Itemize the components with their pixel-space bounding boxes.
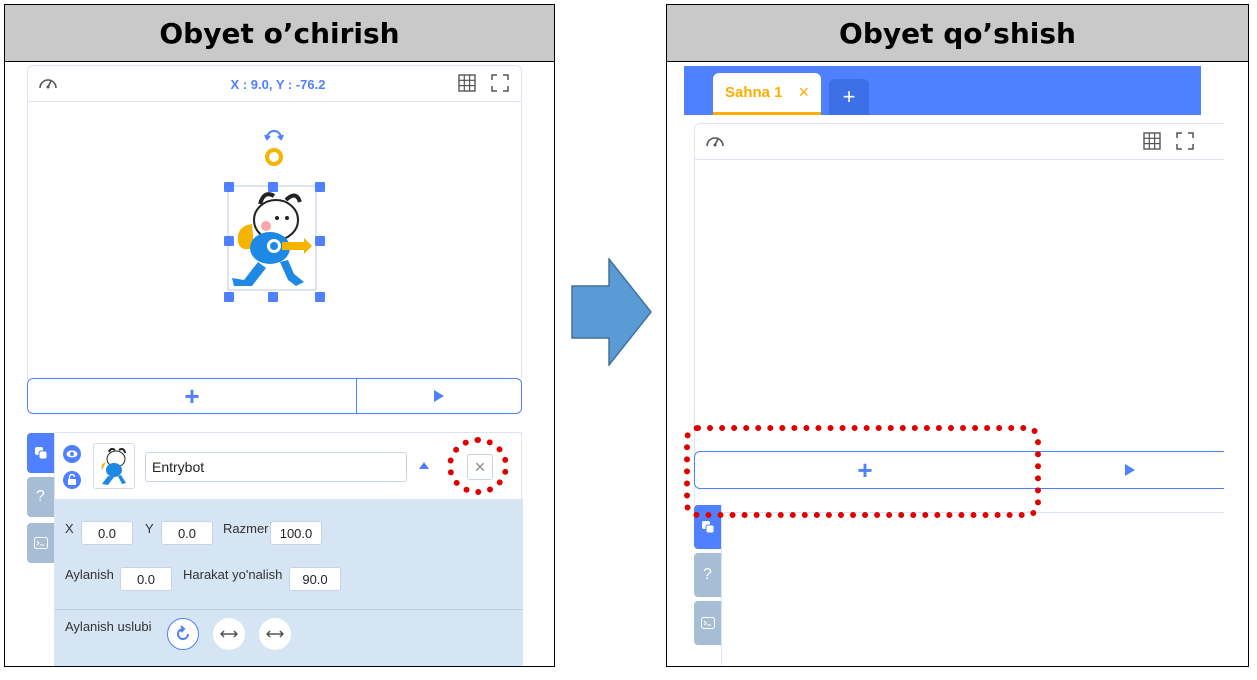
rotate-none-button[interactable] [259,618,291,650]
start-button[interactable] [1035,452,1224,488]
start-button[interactable] [357,379,521,413]
x-input[interactable]: 0.0 [81,521,133,545]
scene-tab[interactable]: Sahna 1 × [713,73,821,115]
rotate-icon [177,625,189,640]
left-panel-title: Obyet o’chirish [5,5,554,62]
object-name-input[interactable]: Entrybot [145,452,407,482]
rotation-label: Aylanish [65,567,114,582]
play-icon [434,390,444,402]
rotate-horizontal-button[interactable] [213,618,245,650]
horizontal-arrows-icon [220,630,238,638]
speedometer-icon[interactable] [38,74,58,97]
speedometer-icon[interactable] [705,132,725,155]
no-rotate-arrows-icon [266,630,284,638]
console-icon [700,617,715,629]
visibility-icon[interactable] [63,445,81,468]
right-panel: Obyet qo’shish Sahna 1 × + + ? [666,4,1249,667]
size-label: Razmer [223,521,269,536]
stage-area: X : 9.0, Y : -76.2 [27,65,522,385]
resize-handle[interactable] [315,182,325,192]
coordinates-readout: X : 9.0, Y : -76.2 [230,77,326,92]
size-input[interactable]: 100.0 [270,521,322,545]
add-object-highlight [684,425,1041,518]
console-icon [33,537,48,549]
help-icon: ? [703,566,712,583]
add-scene-button[interactable]: + [829,79,869,115]
x-label: X [65,521,74,536]
direction-input[interactable]: 90.0 [289,567,341,591]
fullscreen-icon[interactable] [1176,132,1194,155]
object-list-area [721,505,722,666]
plus-icon: + [842,84,856,109]
collapse-caret-icon[interactable] [419,462,429,469]
tab-help[interactable]: ? [27,477,54,517]
resize-handle[interactable] [268,182,278,192]
right-panel-title: Obyet qo’shish [667,5,1248,62]
object-thumbnail[interactable] [93,443,135,489]
direction-label: Harakat yo'nalish [183,567,283,582]
grid-icon[interactable] [458,74,476,97]
divider [55,609,523,610]
resize-handle[interactable] [224,182,234,192]
objects-icon [701,521,714,534]
tab-help[interactable]: ? [694,553,721,597]
resize-handle[interactable] [224,292,234,302]
fullscreen-icon[interactable] [491,74,509,97]
grid-icon[interactable] [1143,132,1161,155]
y-label: Y [145,521,154,536]
scene-tab-label: Sahna 1 [725,84,783,101]
resize-handle[interactable] [315,236,325,246]
resize-handle[interactable] [268,292,278,302]
scene-close-icon[interactable]: × [799,82,810,103]
stage-button-bar: + [27,378,522,414]
rotate-handle-icon[interactable] [263,130,285,171]
lock-icon[interactable] [63,471,81,494]
delete-highlight [447,437,509,495]
stage-toolbar: X : 9.0, Y : -76.2 [28,66,521,102]
objects-icon [34,447,47,460]
right-arrow-icon [571,256,653,371]
stage-toolbar [695,124,1224,160]
rotate-free-button[interactable] [167,618,199,650]
play-icon [1124,464,1135,476]
help-icon: ? [36,488,45,505]
resize-handle[interactable] [224,236,234,246]
entrybot-sprite[interactable] [224,182,320,294]
tab-console[interactable] [694,601,721,645]
object-properties: X 0.0 Y 0.0 Razmer 100.0 Aylanish 0.0 Ha… [55,499,523,666]
rotation-style-label: Aylanish uslubi [65,619,152,634]
resize-handle[interactable] [315,292,325,302]
rotation-input[interactable]: 0.0 [120,567,172,591]
tab-console[interactable] [27,523,54,563]
plus-icon: + [184,381,200,411]
tab-objects[interactable] [27,433,54,473]
y-input[interactable]: 0.0 [161,521,213,545]
add-object-button[interactable]: + [28,379,357,413]
left-panel: Obyet o’chirish X : 9.0, Y : -76.2 + ? E… [4,4,555,667]
